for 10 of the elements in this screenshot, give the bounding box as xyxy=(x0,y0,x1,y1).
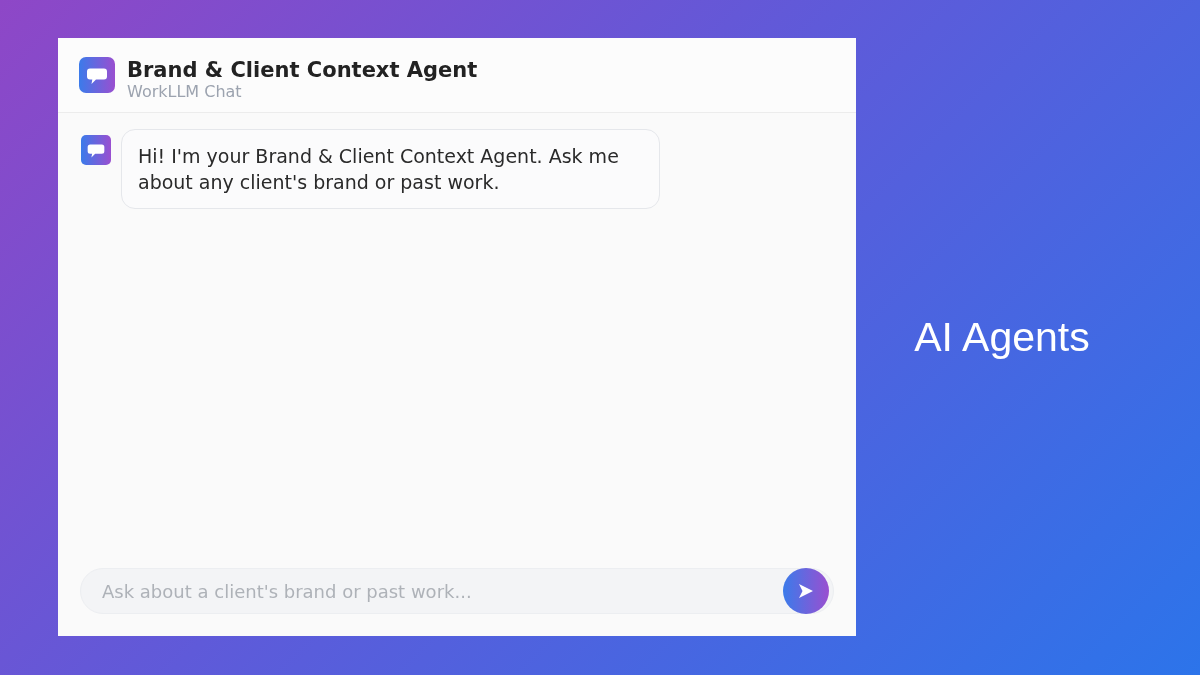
agent-message: Hi! I'm your Brand & Client Context Agent. Ask me about any client's brand or past work. xyxy=(121,129,660,209)
send-button[interactable] xyxy=(783,568,829,614)
chat-subtitle: WorkLLM Chat xyxy=(127,81,243,101)
message-input[interactable]: Ask about a client's brand or past work... xyxy=(80,568,834,614)
chat-title: Brand & Client Context Agent xyxy=(127,57,478,82)
send-icon xyxy=(798,583,814,599)
message-input-field[interactable]: Ask about a client's brand or past work... xyxy=(102,577,783,605)
caption: AI Agents xyxy=(914,313,1090,363)
agent-avatar-icon xyxy=(81,135,111,165)
agent-logo-icon xyxy=(79,57,115,93)
